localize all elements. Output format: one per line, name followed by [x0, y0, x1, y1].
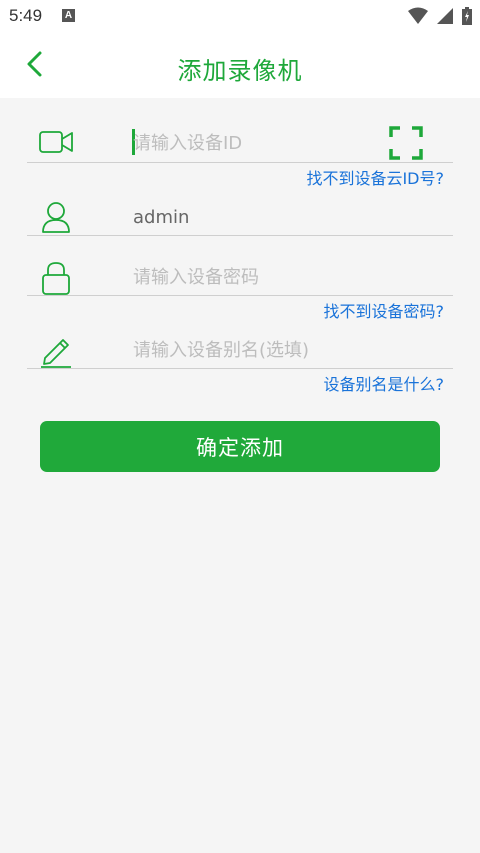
user-icon — [42, 202, 70, 233]
device-id-row — [27, 116, 453, 163]
password-input[interactable] — [133, 259, 383, 295]
battery-icon — [462, 7, 472, 25]
video-camera-icon — [39, 131, 73, 153]
find-password-link[interactable]: 找不到设备密码? — [324, 298, 445, 322]
find-device-id-link[interactable]: 找不到设备云ID号? — [306, 165, 444, 189]
system-icons — [404, 7, 472, 25]
qr-scan-icon — [389, 126, 423, 160]
wifi-icon — [407, 7, 428, 24]
notification-icon: A — [62, 9, 75, 22]
scan-button[interactable] — [389, 126, 423, 160]
alias-input[interactable] — [133, 332, 383, 368]
page-title: 添加录像机 — [177, 57, 303, 85]
app-bar: 添加录像机 — [0, 32, 480, 98]
username-input[interactable] — [133, 199, 383, 235]
pencil-icon — [41, 339, 71, 368]
username-row — [27, 189, 453, 236]
signal-icon — [436, 8, 453, 24]
alias-help-link[interactable]: 设备别名是什么? — [324, 371, 445, 395]
status-bar: 5:49 A — [0, 0, 480, 32]
password-row — [27, 249, 453, 296]
confirm-add-button[interactable]: 确定添加 — [40, 421, 440, 472]
status-time: 5:49 — [9, 6, 43, 25]
lock-icon — [42, 262, 70, 295]
device-id-input[interactable] — [133, 125, 383, 161]
alias-row — [27, 322, 453, 369]
